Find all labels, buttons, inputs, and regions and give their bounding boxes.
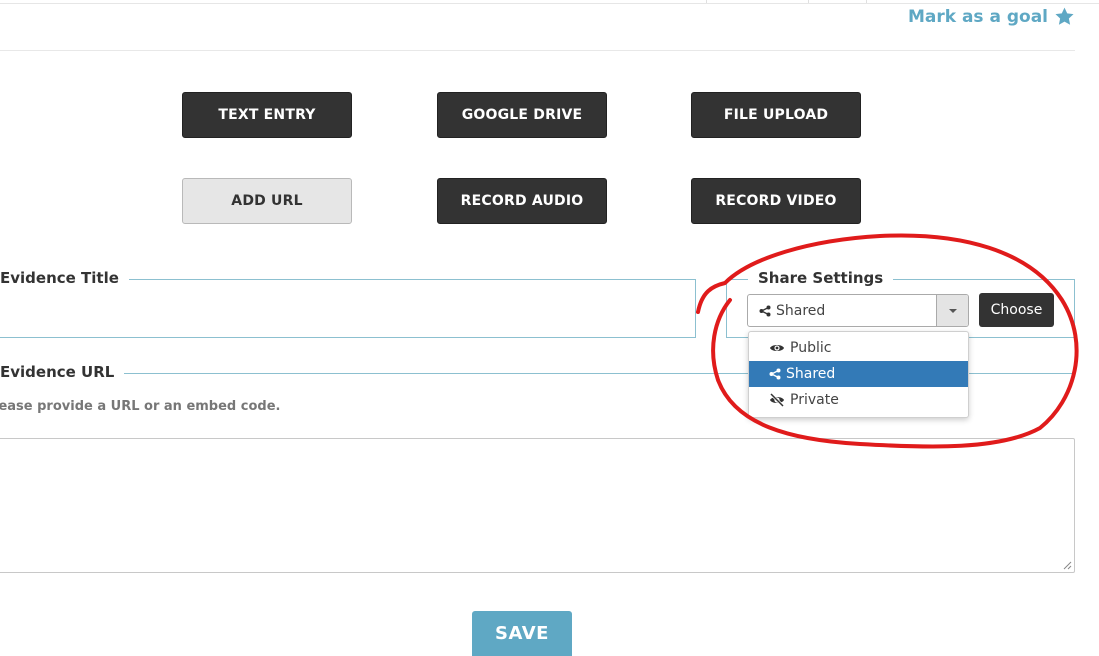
evidence-url-label: Evidence URL (0, 363, 125, 381)
record-audio-button[interactable]: RECORD AUDIO (437, 178, 607, 224)
share-settings-label: Share Settings (748, 269, 894, 287)
save-button[interactable]: SAVE (472, 611, 572, 656)
chevron-down-icon[interactable] (936, 295, 968, 326)
top-tab-divider (866, 0, 867, 3)
share-settings-select[interactable]: Shared (747, 294, 969, 327)
mark-as-goal-link[interactable]: Mark as a goal (908, 6, 1075, 27)
share-settings-border-bottom (726, 337, 748, 338)
evidence-title-label: Evidence Title (0, 269, 129, 287)
share-icon (769, 368, 781, 380)
file-upload-button[interactable]: FILE UPLOAD (691, 92, 861, 138)
share-settings-border-left (726, 279, 727, 338)
evidence-title-field[interactable] (0, 279, 696, 338)
choose-button[interactable]: Choose (979, 293, 1054, 327)
option-public[interactable]: Public (749, 335, 968, 361)
evidence-url-textarea[interactable] (0, 438, 1075, 573)
mark-as-goal-label: Mark as a goal (907, 6, 1048, 27)
share-settings-border-bottom (968, 337, 1075, 338)
option-private-label: Private (790, 392, 839, 408)
top-tab-divider (808, 0, 809, 3)
resize-grip-icon[interactable] (1062, 560, 1072, 570)
star-icon (1055, 7, 1074, 25)
option-shared[interactable]: Shared (749, 361, 968, 387)
text-entry-button[interactable]: TEXT ENTRY (182, 92, 352, 138)
top-tab-divider (706, 0, 707, 3)
option-public-label: Public (790, 340, 832, 356)
add-url-button[interactable]: ADD URL (182, 178, 352, 224)
top-divider (0, 3, 1099, 4)
evidence-url-help: lease provide a URL or an embed code. (0, 399, 281, 414)
option-shared-label: Shared (786, 366, 836, 382)
share-settings-border-right (1074, 279, 1075, 338)
share-settings-selected: Shared (776, 302, 826, 319)
eye-icon (770, 345, 784, 351)
record-video-button[interactable]: RECORD VIDEO (691, 178, 861, 224)
option-private[interactable]: Private (749, 387, 968, 413)
share-settings-dropdown: Public Shared Private (748, 331, 969, 418)
share-icon (759, 305, 771, 316)
eye-slash-icon (769, 393, 785, 407)
header-divider (0, 50, 1075, 51)
google-drive-button[interactable]: GOOGLE DRIVE (437, 92, 607, 138)
